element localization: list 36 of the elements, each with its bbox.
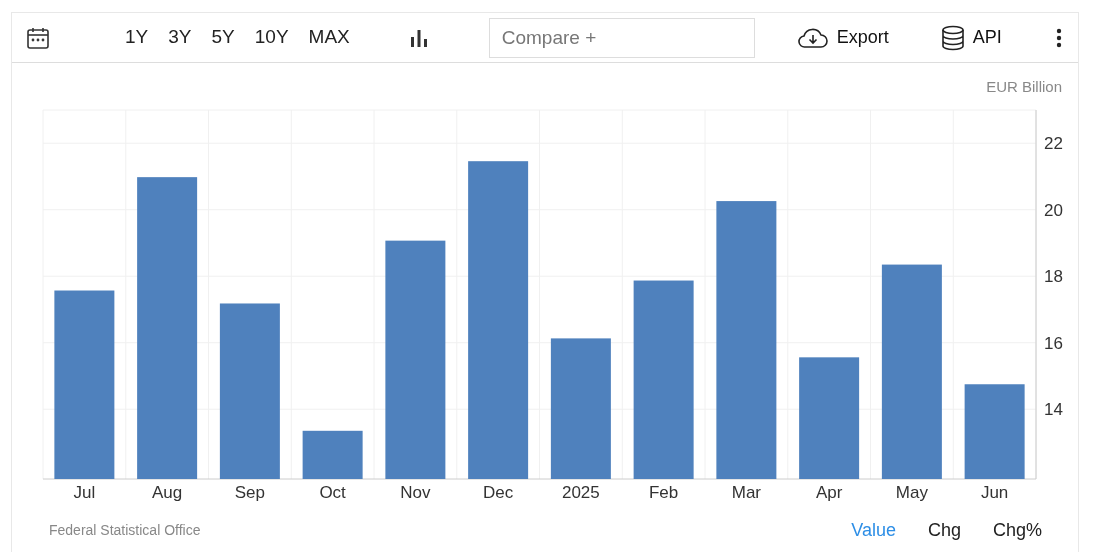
x-axis-label: 2025: [561, 483, 600, 502]
x-axis-label: Dec: [483, 483, 514, 502]
range-button[interactable]: 3Y: [161, 23, 199, 52]
calendar-icon[interactable]: [26, 25, 50, 50]
y-axis-label: 20: [1044, 200, 1063, 220]
api-button[interactable]: API: [940, 24, 1002, 51]
x-axis-label: Nov: [400, 483, 431, 502]
x-axis-label: Jun: [980, 483, 1009, 502]
x-axis-label: Sep: [234, 483, 265, 502]
y-axis-label: 16: [1044, 333, 1063, 353]
more-icon[interactable]: [1055, 27, 1062, 48]
bar-chart-icon[interactable]: [408, 27, 429, 48]
x-axis-label: May: [895, 483, 928, 502]
y-axis-label: 14: [1044, 400, 1063, 420]
database-icon: [940, 24, 965, 51]
x-axis-label: Apr: [815, 483, 843, 502]
x-axis-label: Mar: [731, 483, 761, 502]
y-axis-label: 22: [1044, 134, 1063, 154]
x-axis-label: Oct: [319, 483, 346, 502]
view-tab[interactable]: Chg%: [992, 517, 1042, 544]
compare-field[interactable]: Compare +: [488, 17, 755, 58]
unit-label: EUR Billion: [986, 78, 1062, 95]
range-button[interactable]: MAX: [301, 23, 357, 52]
range-button[interactable]: 10Y: [247, 23, 296, 52]
x-axis-label: Jul: [73, 483, 96, 502]
view-tab[interactable]: Chg: [927, 517, 961, 544]
bar: [302, 430, 363, 479]
range-button[interactable]: 5Y: [204, 23, 242, 52]
x-axis-label: Aug: [152, 483, 183, 502]
range-button[interactable]: 1Y: [118, 23, 156, 52]
x-axis-label: Feb: [649, 483, 679, 502]
y-axis-label: 18: [1044, 267, 1063, 287]
cloud-download-icon: [796, 26, 829, 49]
source-label: Federal Statistical Office: [49, 521, 201, 540]
export-button[interactable]: Export: [796, 24, 889, 51]
view-tab[interactable]: Value: [851, 517, 896, 544]
